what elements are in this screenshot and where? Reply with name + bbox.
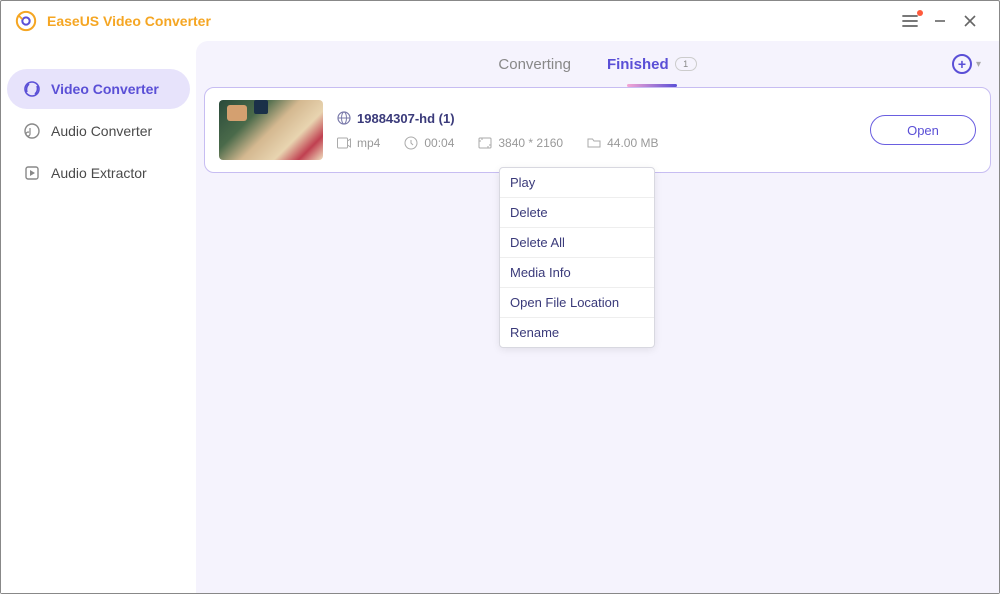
sidebar-item-label: Audio Extractor <box>51 165 147 181</box>
folder-icon <box>587 136 601 150</box>
resolution-meta: 3840 * 2160 <box>478 136 563 150</box>
clock-icon <box>404 136 418 150</box>
file-name: 19884307-hd (1) <box>357 111 455 126</box>
tab-label: Converting <box>498 56 571 73</box>
video-converter-icon <box>23 80 41 98</box>
finished-count-badge: 1 <box>675 57 697 71</box>
tab-converting[interactable]: Converting <box>480 41 589 87</box>
plus-icon: + <box>952 54 972 74</box>
source-icon <box>337 111 351 125</box>
minimize-button[interactable] <box>925 6 955 36</box>
tabs: Converting Finished 1 + ▾ <box>204 41 991 87</box>
app-logo-icon <box>15 10 37 32</box>
ctx-delete-all[interactable]: Delete All <box>500 228 654 258</box>
close-icon <box>963 14 977 28</box>
minimize-icon <box>933 14 947 28</box>
hamburger-icon <box>902 14 918 28</box>
video-icon <box>337 136 351 150</box>
tab-finished[interactable]: Finished 1 <box>589 41 715 87</box>
app-title: EaseUS Video Converter <box>47 13 211 29</box>
sidebar-item-audio-extractor[interactable]: Audio Extractor <box>7 153 190 193</box>
ctx-play[interactable]: Play <box>500 168 654 198</box>
audio-converter-icon <box>23 122 41 140</box>
sidebar-item-audio-converter[interactable]: Audio Converter <box>7 111 190 151</box>
format-meta: mp4 <box>337 136 380 150</box>
add-file-button[interactable]: + ▾ <box>952 54 981 74</box>
titlebar: EaseUS Video Converter <box>1 1 999 41</box>
chevron-down-icon: ▾ <box>976 59 981 70</box>
resolution-icon <box>478 136 492 150</box>
ctx-delete[interactable]: Delete <box>500 198 654 228</box>
sidebar: Video Converter Audio Converter Audio Ex… <box>1 41 196 593</box>
sidebar-item-label: Audio Converter <box>51 123 152 139</box>
tab-label: Finished <box>607 56 669 73</box>
open-button[interactable]: Open <box>870 115 976 145</box>
close-button[interactable] <box>955 6 985 36</box>
sidebar-item-video-converter[interactable]: Video Converter <box>7 69 190 109</box>
size-meta: 44.00 MB <box>587 136 658 150</box>
menu-button[interactable] <box>895 6 925 36</box>
ctx-media-info[interactable]: Media Info <box>500 258 654 288</box>
audio-extractor-icon <box>23 164 41 182</box>
file-info: 19884307-hd (1) mp4 00:04 3840 * 2160 <box>323 111 870 150</box>
file-card[interactable]: 19884307-hd (1) mp4 00:04 3840 * 2160 <box>204 87 991 173</box>
sidebar-item-label: Video Converter <box>51 81 159 97</box>
ctx-rename[interactable]: Rename <box>500 318 654 347</box>
context-menu: Play Delete Delete All Media Info Open F… <box>499 167 655 348</box>
video-thumbnail <box>219 100 323 160</box>
duration-meta: 00:04 <box>404 136 454 150</box>
ctx-open-location[interactable]: Open File Location <box>500 288 654 318</box>
